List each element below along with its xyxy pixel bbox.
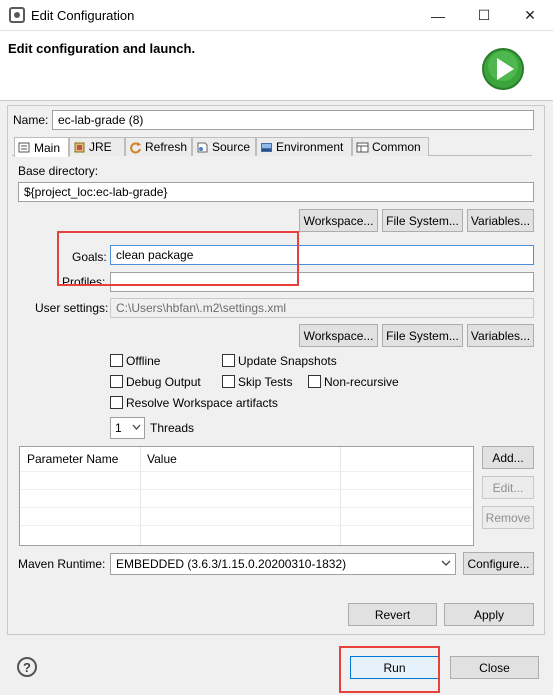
non-recursive-checkbox[interactable] — [308, 375, 321, 388]
close-window-button[interactable]: ✕ — [507, 0, 553, 31]
settings-workspace-button[interactable]: Workspace... — [299, 324, 378, 347]
tab-environment[interactable]: Environment — [256, 137, 352, 156]
chevron-down-icon — [132, 424, 141, 430]
base-variables-button[interactable]: Variables... — [467, 209, 534, 232]
tab-common-label: Common — [372, 140, 421, 154]
tab-source[interactable]: Source — [192, 137, 256, 156]
apply-button[interactable]: Apply — [444, 603, 534, 626]
maven-main-icon — [18, 141, 31, 154]
maximize-button[interactable]: ☐ — [461, 0, 507, 31]
tab-refresh[interactable]: Refresh — [125, 137, 192, 156]
row-divider — [20, 525, 473, 526]
header-title: Edit configuration and launch. — [8, 41, 196, 56]
resolve-workspace-label: Resolve Workspace artifacts — [126, 396, 278, 410]
tab-environment-label: Environment — [276, 140, 344, 154]
goals-highlight-box — [57, 231, 299, 286]
revert-button[interactable]: Revert — [348, 603, 437, 626]
source-icon — [196, 141, 209, 154]
column-header-value[interactable]: Value — [147, 452, 177, 466]
tab-jre[interactable]: JRE — [69, 137, 125, 156]
row-divider — [20, 471, 473, 472]
settings-file-system-button[interactable]: File System... — [382, 324, 463, 347]
row-divider — [20, 507, 473, 508]
base-directory-label: Base directory: — [18, 164, 99, 178]
maven-runtime-label: Maven Runtime: — [18, 557, 106, 571]
chevron-down-icon — [441, 560, 451, 566]
minimize-button[interactable]: — — [415, 0, 461, 31]
remove-parameter-button[interactable]: Remove — [482, 506, 534, 529]
add-parameter-button[interactable]: Add... — [482, 446, 534, 469]
run-launch-icon — [482, 48, 524, 90]
skip-tests-checkbox[interactable] — [222, 375, 235, 388]
maven-runtime-select[interactable]: EMBEDDED (3.6.3/1.15.0.20200310-1832) — [110, 553, 456, 575]
common-icon — [356, 141, 369, 154]
close-button[interactable]: Close — [450, 656, 539, 679]
eclipse-app-icon — [9, 7, 25, 23]
window-title: Edit Configuration — [31, 8, 135, 23]
edit-parameter-button[interactable]: Edit... — [482, 476, 534, 499]
refresh-icon — [129, 141, 142, 154]
column-header-parameter-name[interactable]: Parameter Name — [27, 452, 118, 466]
settings-variables-button[interactable]: Variables... — [467, 324, 534, 347]
user-settings-field[interactable]: C:\Users\hbfan\.m2\settings.xml — [110, 298, 534, 318]
skip-tests-label: Skip Tests — [238, 375, 293, 389]
tab-jre-label: JRE — [89, 140, 112, 154]
tab-main[interactable]: Main — [14, 137, 69, 157]
resolve-workspace-checkbox[interactable] — [110, 396, 123, 409]
name-label: Name: — [13, 113, 49, 127]
offline-checkbox[interactable] — [110, 354, 123, 367]
base-file-system-button[interactable]: File System... — [382, 209, 463, 232]
threads-spinner[interactable]: 1 — [110, 417, 145, 439]
maven-runtime-value: EMBEDDED (3.6.3/1.15.0.20200310-1832) — [116, 557, 347, 571]
threads-label: Threads — [150, 421, 195, 435]
title-bar: Edit Configuration — ☐ ✕ — [0, 0, 553, 31]
tab-source-label: Source — [212, 140, 251, 154]
tab-main-label: Main — [34, 140, 61, 155]
debug-output-checkbox[interactable] — [110, 375, 123, 388]
update-snapshots-checkbox[interactable] — [222, 354, 235, 367]
run-highlight-box — [339, 646, 440, 693]
row-divider — [20, 489, 473, 490]
name-field[interactable]: ec-lab-grade (8) — [52, 110, 534, 130]
tab-refresh-label: Refresh — [145, 140, 188, 154]
user-settings-label: User settings: — [35, 301, 109, 315]
debug-output-label: Debug Output — [126, 375, 201, 389]
non-recursive-label: Non-recursive — [324, 375, 399, 389]
column-divider — [340, 447, 341, 545]
offline-label: Offline — [126, 354, 161, 368]
update-snapshots-label: Update Snapshots — [238, 354, 337, 368]
environment-icon — [260, 141, 273, 154]
dialog-header: Edit configuration and launch. — [0, 31, 553, 101]
base-workspace-button[interactable]: Workspace... — [299, 209, 378, 232]
jre-icon — [73, 141, 86, 154]
configure-runtime-button[interactable]: Configure... — [463, 552, 534, 575]
base-directory-field[interactable]: ${project_loc:ec-lab-grade} — [18, 182, 534, 202]
threads-value: 1 — [115, 421, 122, 435]
help-icon[interactable]: ? — [17, 657, 37, 677]
tab-common[interactable]: Common — [352, 137, 429, 156]
column-divider — [140, 447, 141, 545]
parameters-table[interactable]: Parameter Name Value — [19, 446, 474, 546]
